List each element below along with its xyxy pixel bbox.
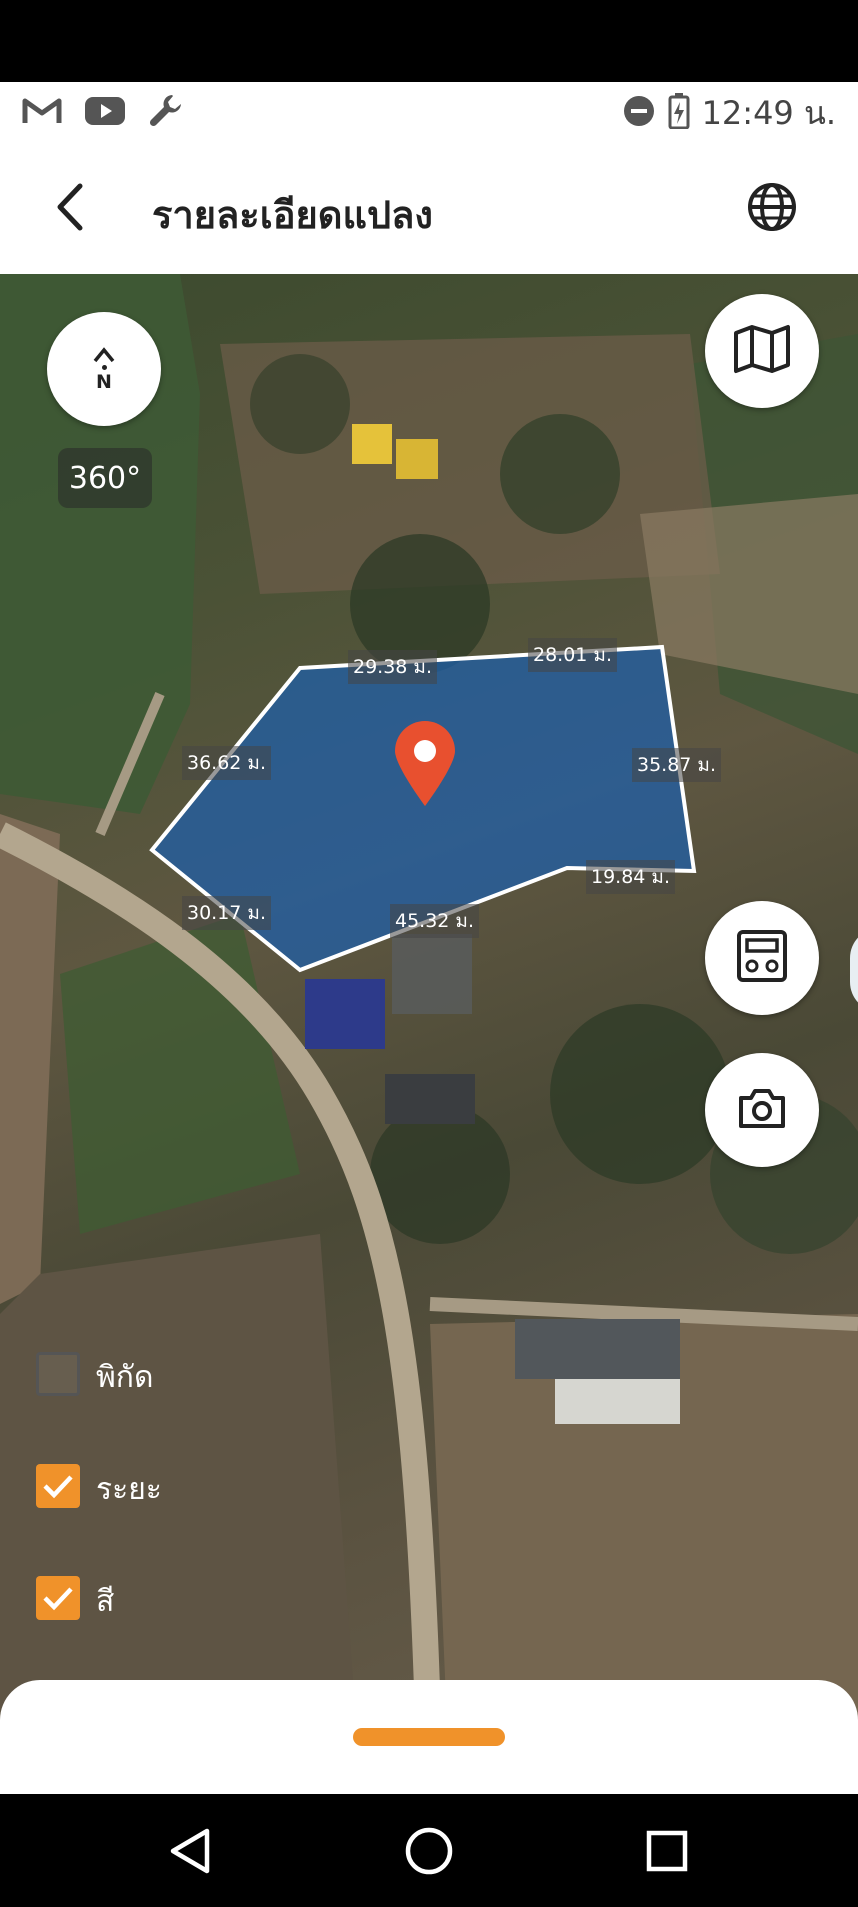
edge-length-label: 30.17 ม. <box>182 896 271 930</box>
check-icon <box>43 1587 73 1611</box>
recents-square-icon <box>646 1830 688 1872</box>
top-app-bar: รายละเอียดแปลง <box>0 144 858 274</box>
layer-label-distance: ระยะ <box>96 1472 162 1507</box>
wrench-icon <box>148 93 184 133</box>
edge-length-label: 45.32 ม. <box>390 904 479 938</box>
compass-north-icon: N <box>93 346 115 393</box>
map-type-button[interactable] <box>705 294 819 408</box>
check-icon <box>43 1475 73 1499</box>
gmail-icon <box>22 96 62 130</box>
status-bar: 12:49 น. <box>0 82 858 144</box>
camera-icon <box>737 1086 787 1134</box>
back-triangle-icon <box>170 1828 210 1874</box>
edge-length-label: 36.62 ม. <box>182 746 271 780</box>
toggle-coordinates[interactable] <box>36 1352 80 1396</box>
battery-charging-icon <box>668 93 690 133</box>
edge-length-label: 35.87 ม. <box>632 748 721 782</box>
system-navigation-bar <box>0 1794 858 1907</box>
home-circle-icon <box>405 1827 453 1875</box>
heading-badge: 360° <box>58 448 152 508</box>
toggle-color[interactable] <box>36 1576 80 1620</box>
map-layers-icon <box>733 324 791 378</box>
compass-button[interactable]: N <box>47 312 161 426</box>
edge-length-label: 28.01 ม. <box>528 638 617 672</box>
bottom-sheet-handle[interactable] <box>353 1728 505 1746</box>
camera-button[interactable] <box>705 1053 819 1167</box>
layer-label-coordinates: พิกัด <box>96 1360 154 1395</box>
checkbox-unchecked[interactable] <box>36 1352 80 1396</box>
compass-label: N <box>96 370 112 393</box>
clock: 12:49 น. <box>701 93 836 132</box>
chevron-left-icon <box>50 182 90 236</box>
checkbox-checked[interactable] <box>36 1576 80 1620</box>
nav-recents-button[interactable] <box>632 1816 702 1886</box>
page-title: รายละเอียดแปลง <box>152 193 433 237</box>
satellite-map[interactable]: 29.38 ม. 28.01 ม. 36.62 ม. 35.87 ม. 19.8… <box>0 274 858 1794</box>
app-screen: 12:49 น. รายละเอียดแปลง 29.38 ม. 28.01 ม… <box>0 0 858 1907</box>
edge-length-label: 19.84 ม. <box>586 860 675 894</box>
back-button[interactable] <box>40 179 100 239</box>
toggle-distance[interactable] <box>36 1464 80 1508</box>
calculator-icon <box>735 929 789 987</box>
map-pin-icon <box>395 721 455 806</box>
bottom-sheet[interactable] <box>0 1680 858 1794</box>
youtube-icon <box>84 96 126 130</box>
globe-icon <box>746 181 798 237</box>
nav-back-button[interactable] <box>155 1816 225 1886</box>
calculator-button[interactable] <box>705 901 819 1015</box>
edge-length-label: 29.38 ม. <box>348 650 437 684</box>
do-not-disturb-icon <box>622 94 656 132</box>
location-pin[interactable] <box>392 720 458 812</box>
language-button[interactable] <box>742 179 802 239</box>
checkbox-checked[interactable] <box>36 1464 80 1508</box>
layer-label-color: สี <box>96 1584 115 1619</box>
nav-home-button[interactable] <box>394 1816 464 1886</box>
